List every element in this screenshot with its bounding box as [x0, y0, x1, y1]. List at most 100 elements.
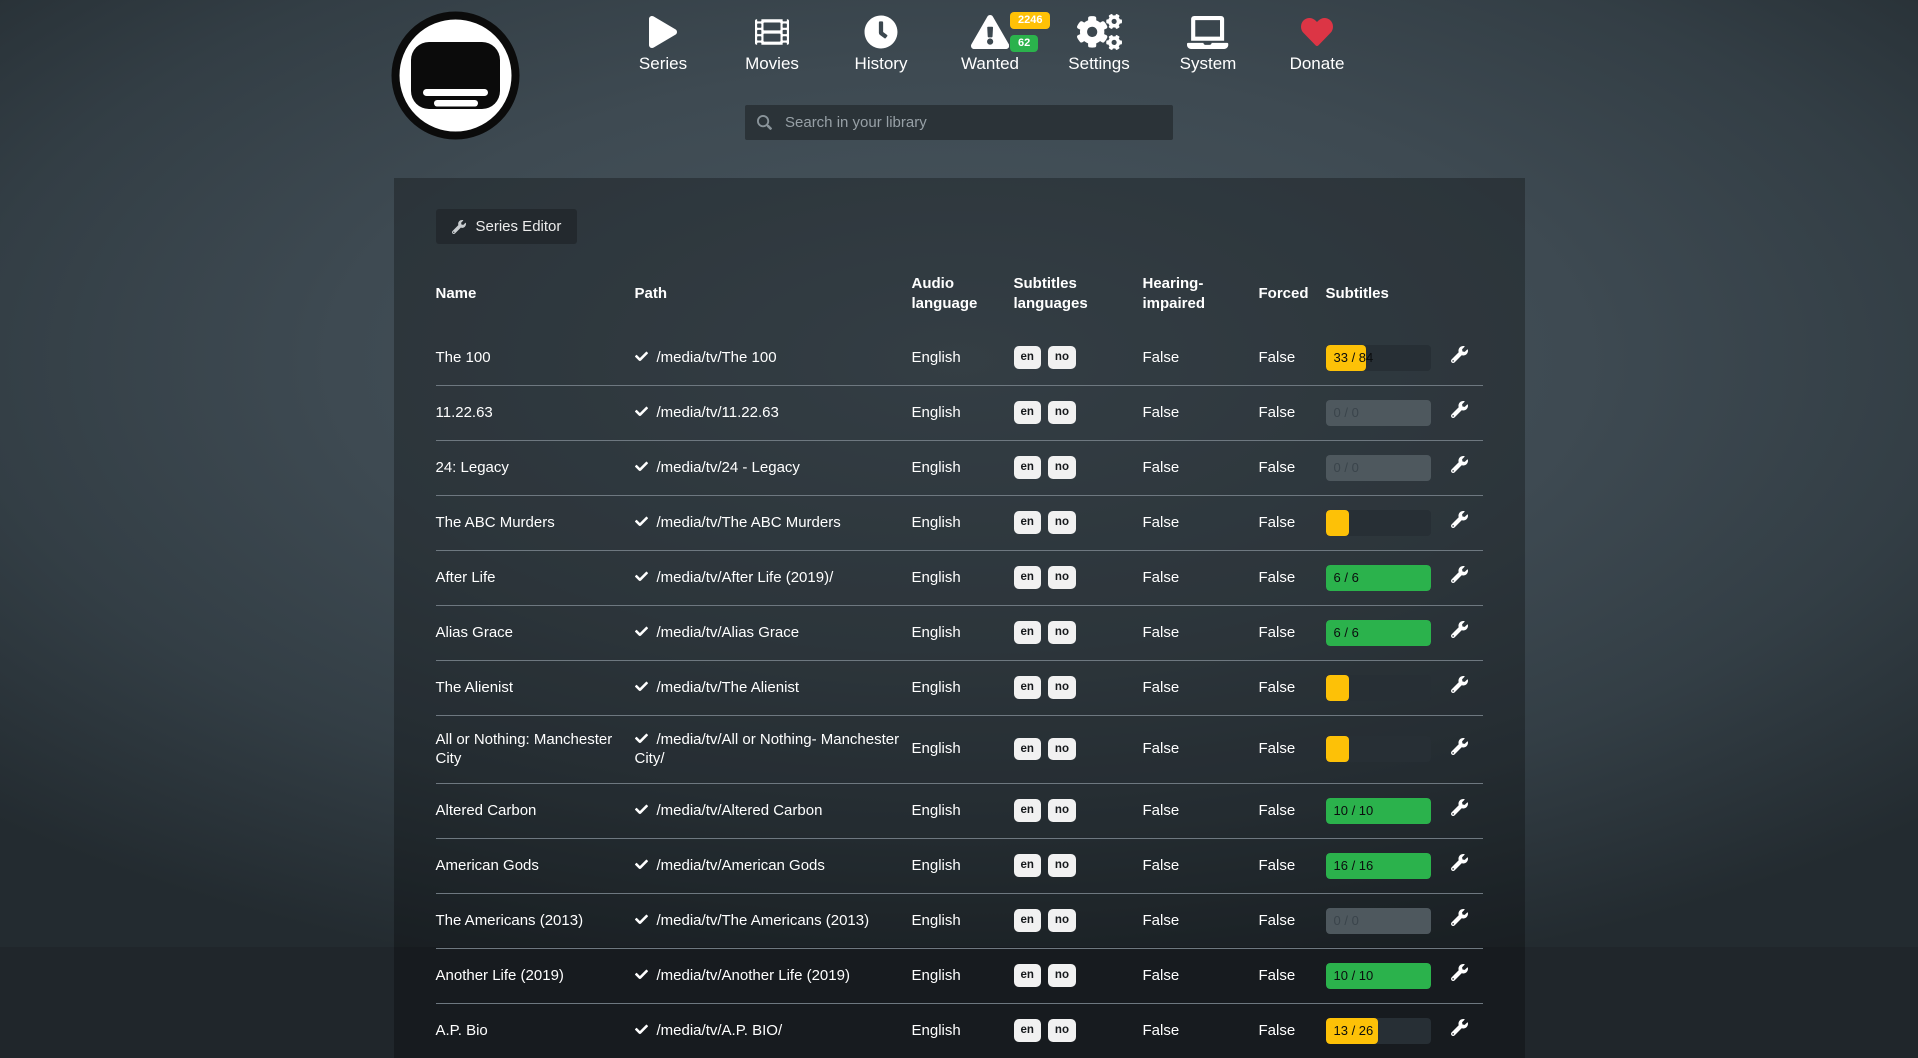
- series-name-link[interactable]: After Life: [436, 569, 496, 586]
- series-name-link[interactable]: American Gods: [436, 857, 539, 874]
- table-row: The Alienist /media/tv/The Alienist Engl…: [436, 660, 1483, 715]
- check-icon: [635, 802, 657, 819]
- subtitle-langs: enno: [1014, 715, 1143, 783]
- series-editor-button[interactable]: Series Editor: [436, 209, 578, 244]
- subtitle-langs: enno: [1014, 783, 1143, 838]
- subtitle-lang-chip: en: [1014, 738, 1041, 761]
- subtitles-progress-label: 0 / 0: [1334, 400, 1359, 426]
- series-name-link[interactable]: Another Life (2019): [436, 967, 564, 984]
- subtitle-lang-chip: no: [1048, 854, 1076, 877]
- nav-item-system[interactable]: System: [1168, 14, 1248, 74]
- row-wrench-icon[interactable]: [1451, 854, 1468, 877]
- table-row: The Americans (2013) /media/tv/The Ameri…: [436, 893, 1483, 948]
- subtitle-lang-chip: en: [1014, 909, 1041, 932]
- check-icon: [635, 679, 657, 696]
- check-icon: [635, 569, 657, 586]
- forced-value: False: [1259, 605, 1326, 660]
- series-editor-label: Series Editor: [476, 218, 562, 235]
- series-name-link[interactable]: The Americans (2013): [436, 912, 584, 929]
- check-icon: [635, 404, 657, 421]
- row-wrench-icon[interactable]: [1451, 738, 1468, 761]
- row-wrench-icon[interactable]: [1451, 799, 1468, 822]
- series-name-link[interactable]: The Alienist: [436, 679, 514, 696]
- subtitles-progress-label: 33 / 84: [1334, 345, 1374, 371]
- gears-icon: [1077, 14, 1122, 50]
- nav-label: System: [1180, 55, 1237, 74]
- column-header-forced: Forced: [1259, 266, 1326, 331]
- subtitle-lang-chip: no: [1048, 566, 1076, 589]
- subtitles-progress-bar: 6 / 6: [1326, 565, 1431, 591]
- hearing-impaired-value: False: [1143, 331, 1259, 386]
- row-wrench-icon[interactable]: [1451, 456, 1468, 479]
- row-wrench-icon[interactable]: [1451, 511, 1468, 534]
- subtitle-lang-chip: no: [1048, 621, 1076, 644]
- nav-item-settings[interactable]: Settings: [1059, 14, 1139, 74]
- laptop-icon: [1187, 14, 1228, 50]
- subtitle-lang-chip: no: [1048, 799, 1076, 822]
- subtitles-progress-label: 6 / 6: [1334, 620, 1359, 646]
- row-wrench-icon[interactable]: [1451, 566, 1468, 589]
- forced-value: False: [1259, 440, 1326, 495]
- series-name-link[interactable]: Alias Grace: [436, 624, 514, 641]
- subtitle-lang-chip: en: [1014, 511, 1041, 534]
- audio-language-value: English: [912, 948, 1014, 1003]
- play-icon: [649, 14, 677, 50]
- row-wrench-icon[interactable]: [1451, 964, 1468, 987]
- check-icon: [635, 624, 657, 641]
- series-path: /media/tv/24 - Legacy: [657, 459, 800, 476]
- warning-triangle-icon: [971, 14, 1009, 50]
- subtitle-lang-chip: no: [1048, 401, 1076, 424]
- nav-item-series[interactable]: Series: [623, 14, 703, 74]
- check-icon: [635, 857, 657, 874]
- series-name-link[interactable]: The ABC Murders: [436, 514, 555, 531]
- forced-value: False: [1259, 948, 1326, 1003]
- subtitle-langs: enno: [1014, 948, 1143, 1003]
- row-wrench-icon[interactable]: [1451, 401, 1468, 424]
- column-header-actions: [1446, 266, 1483, 331]
- series-path: /media/tv/Another Life (2019): [657, 967, 850, 984]
- series-name-link[interactable]: A.P. Bio: [436, 1022, 488, 1039]
- audio-language-value: English: [912, 715, 1014, 783]
- hearing-impaired-value: False: [1143, 715, 1259, 783]
- series-path: /media/tv/After Life (2019)/: [657, 569, 834, 586]
- nav-item-wanted[interactable]: Wanted 2246 62: [950, 14, 1030, 74]
- series-name-link[interactable]: 24: Legacy: [436, 459, 509, 476]
- content-panel: Series Editor Name Path Audio language S…: [394, 178, 1525, 1058]
- audio-language-value: English: [912, 660, 1014, 715]
- audio-language-value: English: [912, 838, 1014, 893]
- series-name-link[interactable]: The 100: [436, 349, 491, 366]
- subtitles-progress-label: 6 / 6: [1334, 565, 1359, 591]
- subtitle-lang-chip: no: [1048, 909, 1076, 932]
- row-wrench-icon[interactable]: [1451, 1019, 1468, 1042]
- page-background: Series Movies History Wanted: [0, 0, 1918, 947]
- audio-language-value: English: [912, 605, 1014, 660]
- nav-item-history[interactable]: History: [841, 14, 921, 74]
- nav-label: History: [855, 55, 908, 74]
- search-input[interactable]: [783, 113, 1161, 132]
- subtitles-progress-bar: [1326, 675, 1431, 701]
- hearing-impaired-value: False: [1143, 440, 1259, 495]
- column-header-hearing-impaired: Hearing-impaired: [1143, 266, 1259, 331]
- nav-item-donate[interactable]: Donate: [1277, 14, 1357, 74]
- wanted-movies-count-badge: 62: [1010, 35, 1038, 52]
- subtitle-langs: enno: [1014, 495, 1143, 550]
- nav-item-movies[interactable]: Movies: [732, 14, 812, 74]
- row-wrench-icon[interactable]: [1451, 909, 1468, 932]
- subtitles-progress-bar: [1326, 736, 1431, 762]
- series-name-link[interactable]: 11.22.63: [436, 404, 493, 421]
- series-name-link[interactable]: All or Nothing: Manchester City: [436, 731, 613, 768]
- series-name-link[interactable]: Altered Carbon: [436, 802, 537, 819]
- subtitle-lang-chip: en: [1014, 566, 1041, 589]
- subtitle-lang-chip: en: [1014, 621, 1041, 644]
- row-wrench-icon[interactable]: [1451, 621, 1468, 644]
- bazarr-logo-icon: [390, 10, 521, 141]
- row-wrench-icon[interactable]: [1451, 676, 1468, 699]
- audio-language-value: English: [912, 331, 1014, 386]
- subtitle-lang-chip: en: [1014, 799, 1041, 822]
- subtitles-progress-bar: 6 / 6: [1326, 620, 1431, 646]
- hearing-impaired-value: False: [1143, 838, 1259, 893]
- row-wrench-icon[interactable]: [1451, 346, 1468, 369]
- bazarr-logo[interactable]: [390, 10, 521, 141]
- library-search: [745, 105, 1173, 140]
- subtitles-progress-bar: 16 / 16: [1326, 853, 1431, 879]
